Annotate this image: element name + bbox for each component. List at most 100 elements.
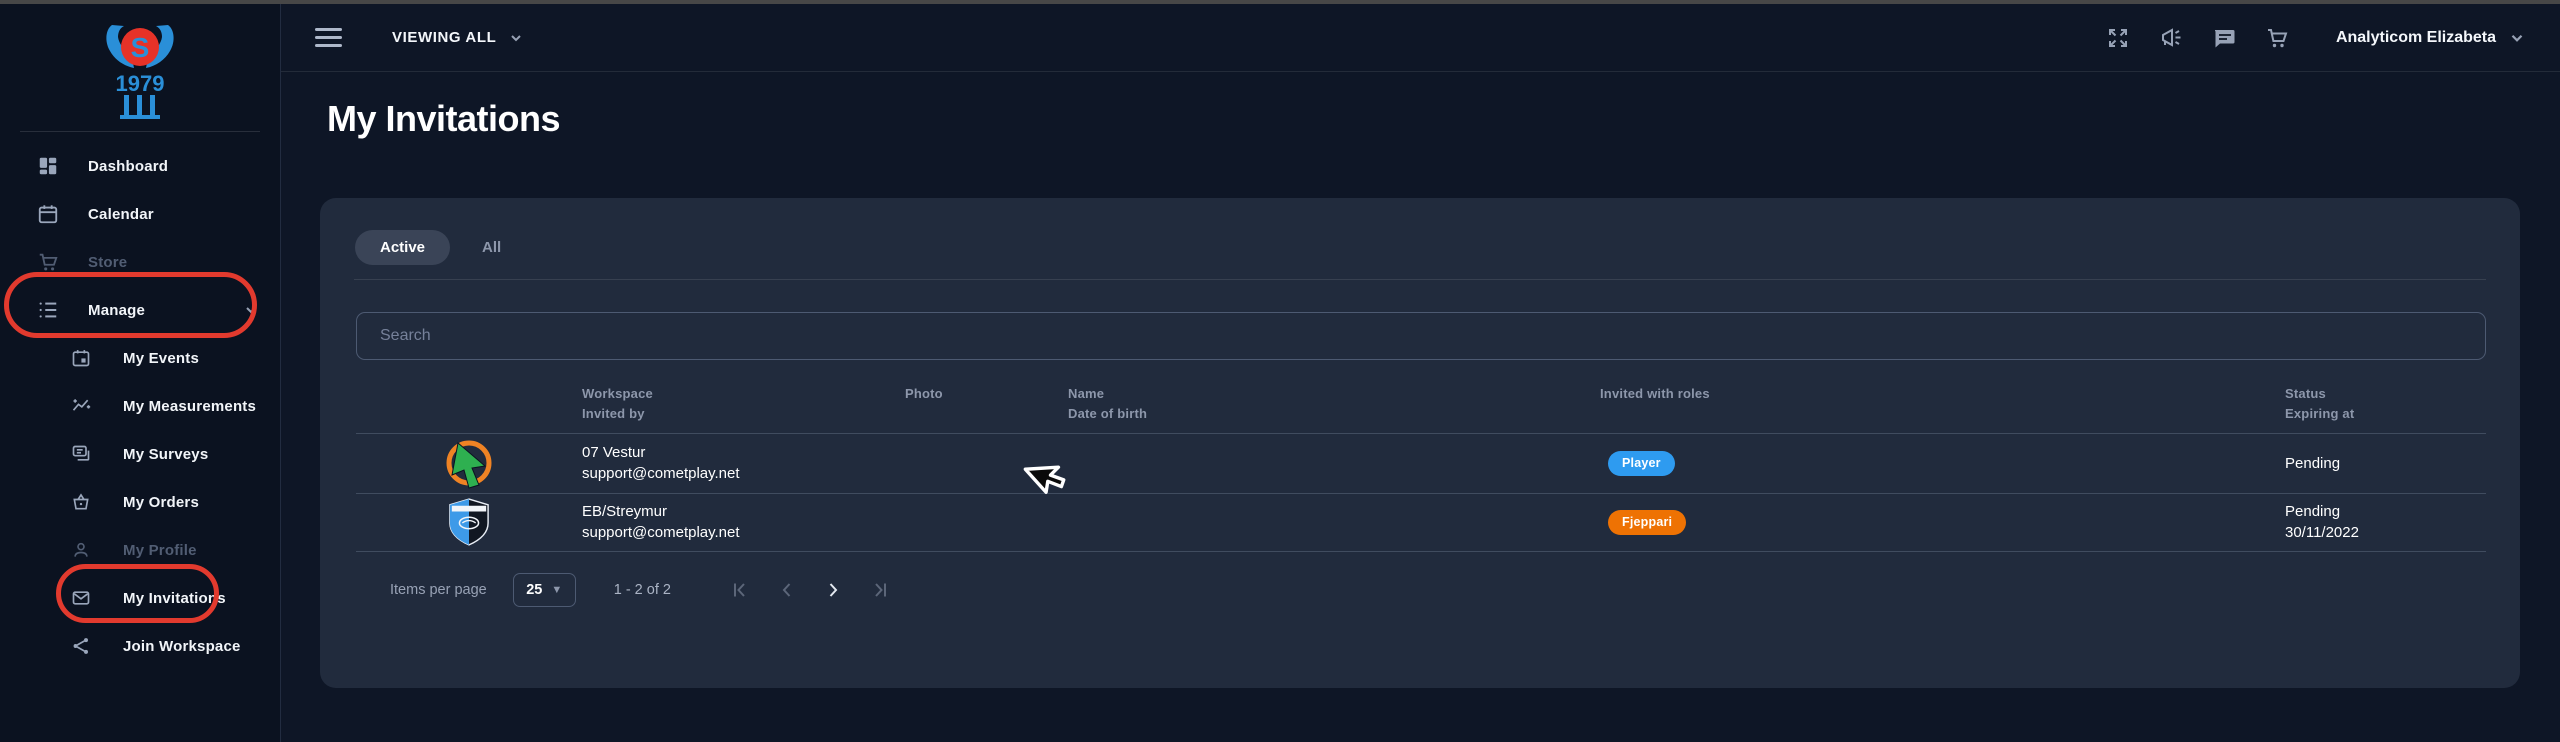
viewing-all-label: VIEWING ALL (392, 29, 496, 46)
share-icon (70, 635, 92, 657)
search-input[interactable] (356, 312, 2486, 360)
list-icon (36, 298, 60, 322)
select-caret-icon: ▼ (551, 584, 562, 596)
user-menu[interactable]: Analyticom Elizabeta (2336, 29, 2526, 47)
orders-basket-icon (70, 491, 92, 513)
status-cell: Pending (2285, 453, 2486, 474)
store-cart-icon (36, 250, 60, 274)
fsf-logo: S 1979 (98, 19, 182, 123)
sidebar-item-label: My Events (123, 350, 199, 367)
paginator: Items per page 25 ▼ 1 - 2 of 2 (390, 572, 891, 608)
status-text: Pending (2285, 501, 2486, 522)
workspace-logo-07-vestur (356, 437, 582, 489)
sidebar-item-my-profile[interactable]: My Profile (0, 526, 280, 574)
topbar-right: Analyticom Elizabeta (2078, 25, 2526, 51)
invited-by: support@cometplay.net (582, 522, 905, 543)
calendar-icon (36, 202, 60, 226)
previous-page-button[interactable] (775, 578, 799, 602)
sidebar-item-my-measurements[interactable]: My Measurements (0, 382, 280, 430)
column-header-photo: Photo (905, 384, 1068, 424)
svg-text:1979: 1979 (116, 71, 165, 96)
tab-all[interactable]: All (476, 239, 507, 256)
chat-icon[interactable] (2211, 25, 2237, 51)
column-header-workspace: WorkspaceInvited by (582, 384, 905, 424)
cart-icon[interactable] (2264, 25, 2290, 51)
sidebar-item-label: Join Workspace (123, 638, 241, 655)
sidebar-item-join-workspace[interactable]: Join Workspace (0, 622, 280, 670)
sidebar-item-store[interactable]: Store (0, 238, 280, 286)
sidebar-item-calendar[interactable]: Calendar (0, 190, 280, 238)
svg-text:S: S (131, 32, 150, 63)
sidebar-nav: Dashboard Calendar Store Manage (0, 132, 280, 670)
tab-active[interactable]: Active (355, 230, 450, 265)
expiring-at-text: 30/11/2022 (2285, 522, 2486, 543)
sidebar-item-label: My Orders (123, 494, 199, 511)
tabs-divider (354, 279, 2486, 280)
main-area: VIEWING ALL Analyticom (281, 4, 2560, 742)
last-page-button[interactable] (867, 578, 891, 602)
page-title: My Invitations (327, 98, 560, 140)
page-size-value: 25 (526, 582, 542, 598)
workspace-name: EB/Streymur (582, 501, 905, 522)
workspace-logo-eb-streymur (356, 497, 582, 547)
table-header-row: WorkspaceInvited by Photo NameDate of bi… (356, 384, 2486, 424)
table-divider (356, 551, 2486, 552)
sidebar-item-my-invitations[interactable]: My Invitations (0, 574, 280, 622)
roles-cell: Player (1600, 451, 2285, 476)
announcement-megaphone-icon[interactable] (2158, 25, 2184, 51)
invited-by: support@cometplay.net (582, 463, 905, 484)
user-name: Analyticom Elizabeta (2336, 29, 2496, 47)
workspace-name: 07 Vestur (582, 442, 905, 463)
profile-person-icon (70, 539, 92, 561)
sidebar-item-my-orders[interactable]: My Orders (0, 478, 280, 526)
role-badge[interactable]: Fjeppari (1608, 510, 1686, 535)
tabs: Active All (355, 230, 507, 265)
viewing-all-dropdown[interactable]: VIEWING ALL (392, 29, 524, 46)
logo-area: S 1979 (20, 4, 260, 132)
table-row[interactable]: EB/Streymur support@cometplay.net Fjeppa… (356, 493, 2486, 551)
sidebar-item-label: Dashboard (88, 158, 168, 175)
sidebar-item-manage[interactable]: Manage (0, 286, 280, 334)
roles-cell: Fjeppari (1600, 510, 2285, 535)
sidebar-item-label: My Surveys (123, 446, 208, 463)
menu-hamburger-icon[interactable] (315, 28, 342, 47)
next-page-button[interactable] (821, 578, 845, 602)
status-cell: Pending 30/11/2022 (2285, 501, 2486, 543)
invitations-envelope-icon (70, 587, 92, 609)
sidebar: S 1979 Dashboard Calendar (0, 4, 281, 742)
dashboard-icon (36, 154, 60, 178)
measurements-chart-icon (70, 395, 92, 417)
sidebar-item-label: Calendar (88, 206, 154, 223)
workspace-cell: EB/Streymur support@cometplay.net (582, 501, 905, 543)
status-text: Pending (2285, 453, 2486, 474)
role-badge[interactable]: Player (1608, 451, 1675, 476)
sidebar-item-my-events[interactable]: My Events (0, 334, 280, 382)
pagination-controls (707, 578, 891, 602)
event-calendar-icon (70, 347, 92, 369)
sidebar-item-label: My Invitations (123, 590, 226, 607)
page-size-select[interactable]: 25 ▼ (513, 573, 576, 607)
column-header-roles: Invited with roles (1600, 384, 2285, 424)
chevron-down-icon (2508, 29, 2526, 47)
sidebar-item-label: Store (88, 254, 127, 271)
first-page-button[interactable] (729, 578, 753, 602)
column-header-status: StatusExpiring at (2285, 384, 2486, 424)
page-range-label: 1 - 2 of 2 (614, 582, 671, 598)
sidebar-item-label: My Profile (123, 542, 197, 559)
topbar: VIEWING ALL Analyticom (281, 4, 2560, 72)
chevron-down-icon (244, 303, 258, 317)
invitations-card: Active All WorkspaceInvited by Photo Nam… (320, 198, 2520, 688)
workspace-cell: 07 Vestur support@cometplay.net (582, 442, 905, 484)
chevron-down-icon (508, 30, 524, 46)
sidebar-item-label: My Measurements (123, 398, 256, 415)
fullscreen-icon[interactable] (2105, 25, 2131, 51)
surveys-forum-icon (70, 443, 92, 465)
column-header-name: NameDate of birth (1068, 384, 1600, 424)
sidebar-item-my-surveys[interactable]: My Surveys (0, 430, 280, 478)
column-header-spacer (356, 384, 582, 424)
items-per-page-label: Items per page (390, 582, 487, 598)
table-row[interactable]: 07 Vestur support@cometplay.net Player P… (356, 433, 2486, 493)
app-root: S 1979 Dashboard Calendar (0, 4, 2560, 742)
sidebar-item-label: Manage (88, 302, 145, 319)
sidebar-item-dashboard[interactable]: Dashboard (0, 142, 280, 190)
